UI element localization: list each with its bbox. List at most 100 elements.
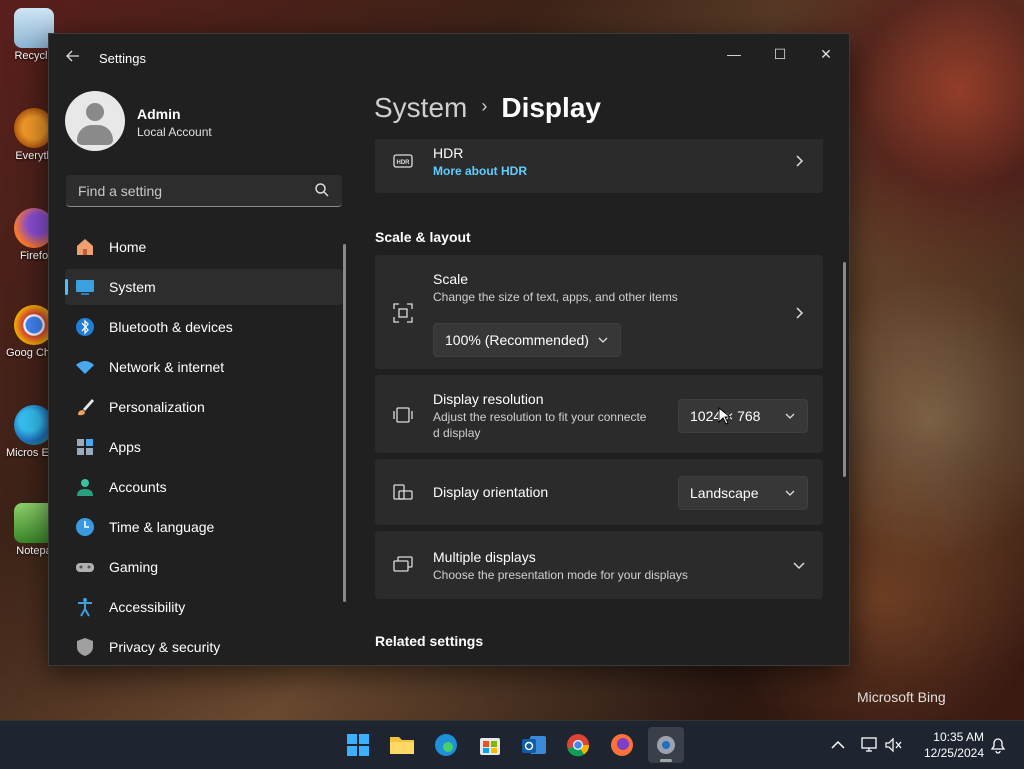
home-icon [77, 239, 93, 255]
start-icon [347, 734, 369, 756]
scale-icon [393, 303, 413, 323]
hdr-title: HDR [433, 145, 464, 161]
orientation-icon [393, 484, 413, 500]
breadcrumb-parent[interactable]: System [374, 92, 467, 123]
taskbar-edge[interactable] [428, 727, 464, 763]
sidebar-item-bluetooth[interactable]: Bluetooth & devices [65, 309, 343, 345]
store-icon [480, 738, 500, 755]
brush-icon [78, 399, 94, 416]
avatar-body [77, 125, 113, 145]
back-button[interactable] [63, 48, 83, 68]
sidebar-item-privacy-security[interactable]: Privacy & security [65, 629, 343, 665]
clock-time: 10:35 AM [933, 730, 984, 744]
chevron-down-icon [785, 413, 795, 419]
content-scrollbar[interactable] [843, 262, 846, 477]
chevron-down-icon [598, 337, 608, 343]
maximize-button[interactable]: ☐ [757, 38, 803, 70]
bluetooth-icon [76, 318, 94, 336]
volume-muted-icon[interactable] [884, 735, 904, 755]
multiple-displays-icon [393, 556, 413, 572]
hdr-card[interactable]: HDR HDR More about HDR [375, 139, 823, 193]
outlook-icon [522, 736, 546, 754]
sidebar-item-network[interactable]: Network & internet [65, 349, 343, 385]
sidebar-item-apps[interactable]: Apps [65, 429, 343, 465]
orientation-dropdown[interactable]: Landscape [678, 476, 808, 510]
resolution-description-line2: d display [433, 426, 481, 440]
chevron-right-icon [796, 155, 804, 167]
sidebar-item-system[interactable]: System [65, 269, 343, 305]
clock[interactable]: 10:35 AM 12/25/2024 [912, 729, 984, 761]
resolution-description-line1: Adjust the resolution to fit your connec… [433, 410, 647, 424]
resolution-title: Display resolution [433, 391, 544, 407]
chrome-icon [567, 734, 590, 757]
multiple-displays-title: Multiple displays [433, 549, 536, 565]
user-name: Admin [137, 106, 181, 122]
apps-icon [77, 439, 93, 455]
account-type: Local Account [137, 125, 212, 139]
notification-bell-icon[interactable] [988, 735, 1008, 755]
sidebar-item-personalization[interactable]: Personalization [65, 389, 343, 425]
page-title: Display [501, 92, 601, 123]
sidebar-item-gaming[interactable]: Gaming [65, 549, 343, 585]
sidebar-item-accounts[interactable]: Accounts [65, 469, 343, 505]
svg-text:HDR: HDR [397, 160, 411, 166]
taskbar-store[interactable] [472, 727, 508, 763]
start-button[interactable] [340, 727, 376, 763]
taskbar: 10:35 AM 12/25/2024 [0, 720, 1024, 769]
hdr-icon: HDR [393, 154, 413, 168]
scale-card[interactable]: Scale Change the size of text, apps, and… [375, 255, 823, 369]
title-bar: Settings — ☐ ✕ [49, 34, 849, 82]
show-hidden-icons-chevron-icon[interactable] [828, 735, 848, 755]
person-icon [77, 479, 93, 496]
taskbar-settings[interactable] [648, 727, 684, 763]
minimize-button[interactable]: — [711, 38, 757, 70]
multiple-displays-description: Choose the presentation mode for your di… [433, 568, 688, 582]
sidebar-item-accessibility[interactable]: Accessibility [65, 589, 343, 625]
mouse-cursor-icon [718, 407, 730, 425]
app-title: Settings [99, 51, 146, 66]
resolution-dropdown[interactable]: 1024 × 768 [678, 399, 808, 433]
edge-icon [435, 734, 457, 756]
chevron-down-icon [785, 490, 795, 496]
bing-watermark: Microsoft Bing [857, 689, 946, 705]
close-button[interactable]: ✕ [803, 38, 849, 70]
sidebar-scrollbar[interactable] [343, 244, 346, 602]
firefox-icon [611, 734, 633, 756]
sidebar-item-home[interactable]: Home [65, 229, 343, 265]
file-explorer-icon [390, 737, 414, 754]
taskbar-firefox[interactable] [604, 727, 640, 763]
multiple-displays-card[interactable]: Multiple displays Choose the presentatio… [375, 531, 823, 599]
settings-icon [657, 736, 675, 754]
search-icon [315, 183, 329, 197]
shield-icon [77, 638, 93, 656]
search-box[interactable] [66, 175, 342, 207]
resolution-icon [393, 407, 413, 423]
scale-dropdown[interactable]: 100% (Recommended) [433, 323, 621, 357]
taskbar-outlook[interactable] [516, 727, 552, 763]
settings-window: Settings — ☐ ✕ Admin Local Account Home … [48, 33, 850, 666]
more-about-hdr-link[interactable]: More about HDR [433, 164, 527, 178]
globe-clock-icon [76, 518, 94, 536]
sidebar-nav: Home System Bluetooth & devices Network … [65, 229, 343, 665]
active-indicator [65, 279, 68, 295]
scale-description: Change the size of text, apps, and other… [433, 290, 678, 304]
network-icon[interactable] [860, 735, 880, 755]
monitor-icon [76, 280, 94, 295]
avatar-head [86, 103, 104, 121]
back-arrow-icon [66, 50, 79, 62]
search-input[interactable] [76, 181, 310, 201]
sidebar-item-time-language[interactable]: Time & language [65, 509, 343, 545]
clock-date: 12/25/2024 [923, 746, 984, 760]
breadcrumb: System › Display [374, 92, 601, 124]
scale-title: Scale [433, 271, 469, 287]
avatar[interactable] [65, 91, 125, 151]
taskbar-file-explorer[interactable] [384, 727, 420, 763]
running-indicator [660, 759, 672, 762]
gamepad-icon [76, 563, 94, 572]
related-settings-heading: Related settings [375, 633, 484, 649]
chevron-right-icon [796, 307, 804, 319]
taskbar-chrome[interactable] [560, 727, 596, 763]
display-orientation-card: Display orientation Landscape [375, 459, 823, 525]
scale-layout-heading: Scale & layout [375, 229, 471, 245]
display-resolution-card: Display resolution Adjust the resolution… [375, 375, 823, 453]
